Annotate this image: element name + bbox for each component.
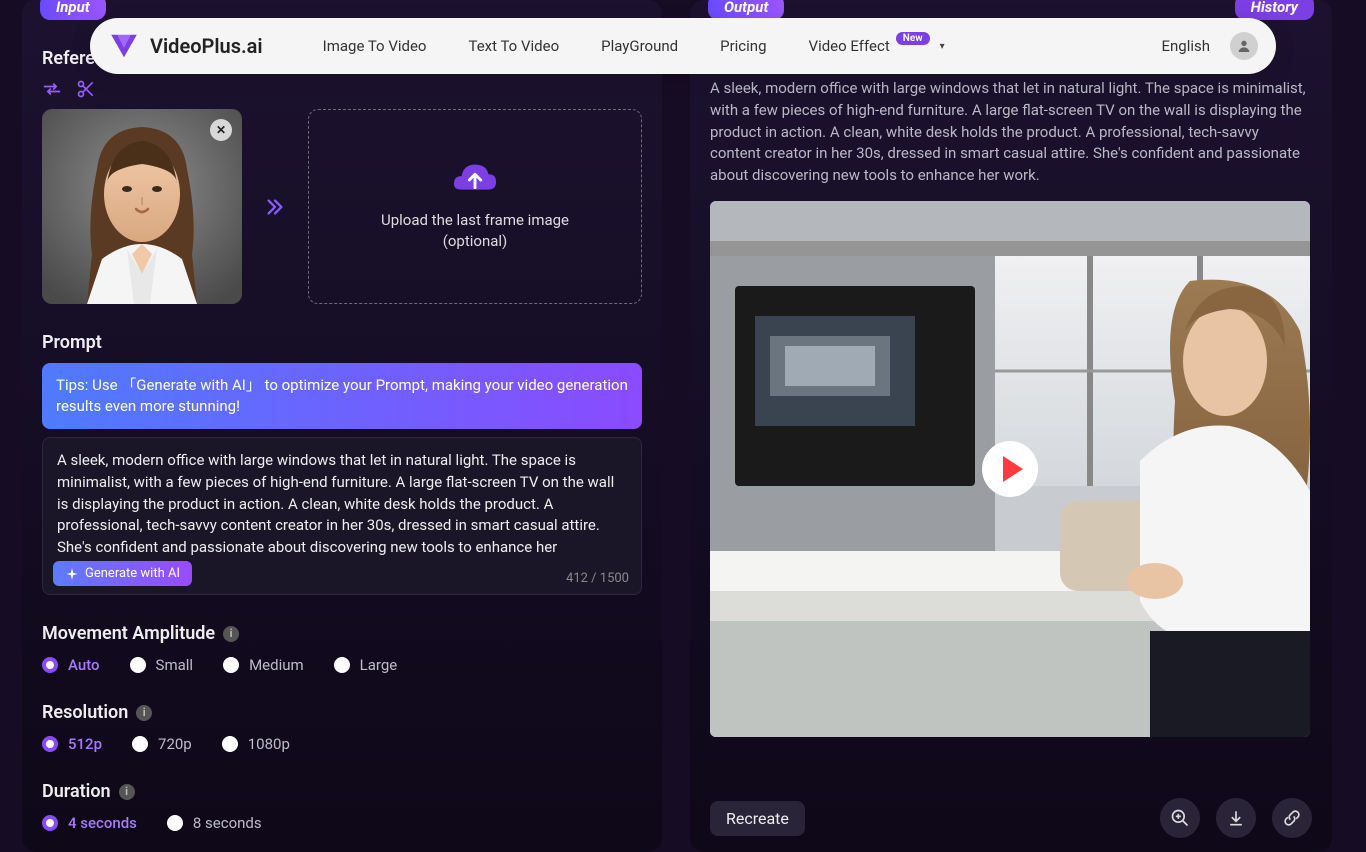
zoom-in-icon [1170,808,1190,828]
scissors-icon[interactable] [76,79,96,99]
output-badge: Output [708,0,784,20]
nav-video-effect-label: Video Effect [809,37,890,55]
new-badge: New [896,32,930,45]
output-description: A sleek, modern office with large window… [710,78,1312,187]
resolution-720p[interactable]: 720p [132,735,192,753]
dropzone-text: Upload the last frame image(optional) [381,210,569,252]
tips-banner: Tips: Use 「Generate with AI」 to optimize… [42,363,642,429]
brand-logo[interactable]: VideoPlus.ai [108,30,263,62]
duration-8s[interactable]: 8 seconds [167,814,262,832]
sparkle-icon [65,567,79,581]
video-preview[interactable] [710,201,1310,737]
user-avatar[interactable] [1230,32,1258,60]
nav-items: Image To Video Text To Video PlayGround … [323,37,1162,55]
nav-text-to-video[interactable]: Text To Video [469,37,560,55]
top-nav: VideoPlus.ai Image To Video Text To Vide… [90,18,1276,74]
generate-with-ai-button[interactable]: Generate with AI [53,561,192,586]
info-icon[interactable]: i [136,705,152,721]
movement-auto[interactable]: Auto [42,656,100,674]
download-button[interactable] [1216,798,1256,838]
resolution-label: Resolutioni [42,702,642,723]
portrait-image [42,109,242,304]
link-icon [1282,808,1302,828]
output-footer: Recreate [710,798,1312,838]
info-icon[interactable]: i [223,626,239,642]
output-actions [1160,798,1312,838]
movement-options: Auto Small Medium Large [42,656,642,674]
prompt-label: Prompt [42,332,642,353]
nav-image-to-video[interactable]: Image To Video [323,37,427,55]
brand-name: VideoPlus.ai [150,34,263,58]
output-panel: Output History 2024-10-15 13:48:42 A sle… [690,0,1332,852]
nav-right: English [1161,32,1258,60]
link-button[interactable] [1272,798,1312,838]
movement-small[interactable]: Small [130,656,194,674]
duration-options: 4 seconds 8 seconds [42,814,642,832]
reference-tools [42,79,642,99]
remove-thumbnail-button[interactable] [210,119,232,141]
recreate-button[interactable]: Recreate [710,801,805,836]
nav-playground[interactable]: PlayGround [601,37,678,55]
zoom-button[interactable] [1160,798,1200,838]
swap-icon[interactable] [42,79,62,99]
movement-label: Movement Amplitudei [42,623,642,644]
resolution-options: 512p 720p 1080p [42,735,642,753]
person-icon [1236,38,1252,54]
double-chevron-right-icon [264,196,286,218]
download-icon [1226,808,1246,828]
last-frame-dropzone[interactable]: Upload the last frame image(optional) [308,109,642,304]
resolution-512p[interactable]: 512p [42,735,102,753]
reference-thumbnail[interactable] [42,109,242,304]
resolution-1080p[interactable]: 1080p [222,735,290,753]
history-badge[interactable]: History [1235,0,1314,20]
prompt-value: A sleek, modern office with large window… [57,450,627,558]
logo-icon [108,30,140,62]
input-panel: Input Refere [22,0,662,852]
cloud-upload-icon [452,162,498,198]
language-selector[interactable]: English [1161,37,1210,55]
movement-large[interactable]: Large [334,656,398,674]
movement-medium[interactable]: Medium [223,656,304,674]
play-button[interactable] [982,441,1038,497]
duration-label: Durationi [42,781,642,802]
duration-4s[interactable]: 4 seconds [42,814,137,832]
reference-image-row: Upload the last frame image(optional) [42,109,642,304]
nav-video-effect[interactable]: Video Effect New ▾ [809,37,945,55]
arrow-separator [260,196,290,218]
chevron-down-icon: ▾ [940,41,945,52]
input-badge: Input [40,0,106,20]
prompt-textarea[interactable]: A sleek, modern office with large window… [42,437,642,595]
character-count: 412 / 1500 [566,571,629,586]
nav-pricing[interactable]: Pricing [720,37,766,55]
